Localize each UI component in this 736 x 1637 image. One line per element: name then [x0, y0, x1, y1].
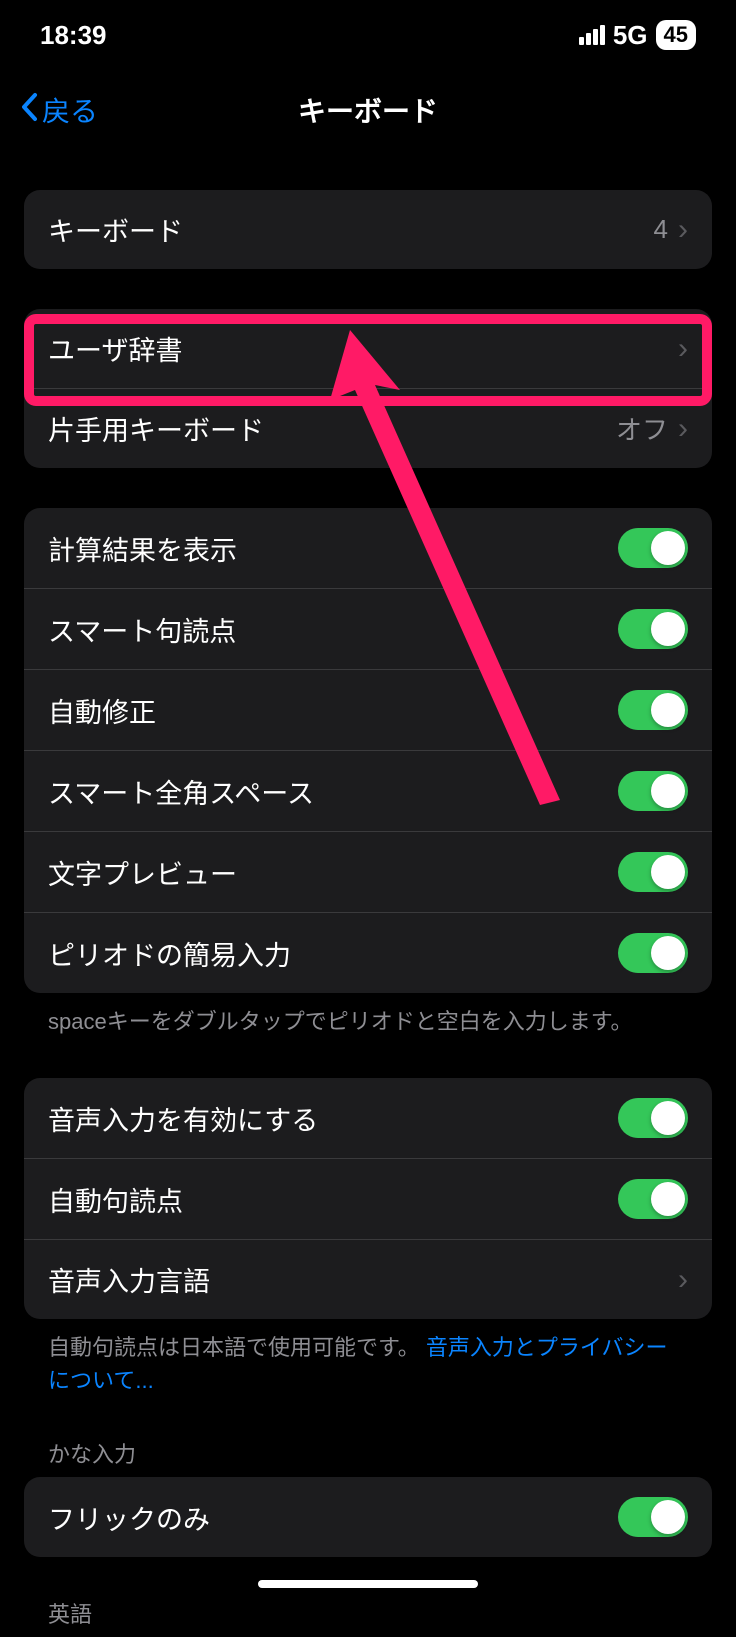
toggle-switch[interactable] [618, 852, 688, 892]
row-label: 音声入力言語 [48, 1260, 678, 1299]
settings-group-keyboards: キーボード 4 › [24, 190, 712, 269]
chevron-right-icon: › [678, 332, 688, 366]
section-header-kana: かな入力 [24, 1397, 712, 1477]
row-label: スマート句読点 [48, 610, 618, 649]
row-label: 文字プレビュー [48, 853, 618, 892]
row-flick-only[interactable]: フリックのみ [24, 1477, 712, 1557]
row-label: ピリオドの簡易入力 [48, 934, 618, 973]
network-label: 5G [613, 20, 648, 51]
settings-group-dictionary: ユーザ辞書 › 片手用キーボード オフ › [24, 309, 712, 468]
settings-group-typing: 計算結果を表示 スマート句読点 自動修正 スマート全角スペース 文字プレビュー … [24, 508, 712, 993]
row-label: 音声入力を有効にする [48, 1099, 618, 1138]
footer-text-pre: 自動句読点は日本語で使用可能です。 [48, 1335, 426, 1360]
row-value: 4 [654, 214, 668, 245]
section-header-english: 英語 [24, 1557, 712, 1637]
row-label: スマート全角スペース [48, 772, 618, 811]
row-label: フリックのみ [48, 1498, 618, 1537]
row-character-preview[interactable]: 文字プレビュー [24, 831, 712, 912]
toggle-switch[interactable] [618, 528, 688, 568]
chevron-right-icon: › [678, 412, 688, 446]
row-auto-correction[interactable]: 自動修正 [24, 669, 712, 750]
toggle-switch[interactable] [618, 933, 688, 973]
row-label: 自動修正 [48, 691, 618, 730]
row-one-handed-keyboard[interactable]: 片手用キーボード オフ › [24, 388, 712, 468]
nav-bar: 戻る キーボード [0, 70, 736, 150]
row-show-calc-results[interactable]: 計算結果を表示 [24, 508, 712, 588]
chevron-right-icon: › [678, 1263, 688, 1297]
row-enable-dictation[interactable]: 音声入力を有効にする [24, 1078, 712, 1158]
row-keyboards[interactable]: キーボード 4 › [24, 190, 712, 269]
group-footer: spaceキーをダブルタップでピリオドと空白を入力します。 [24, 993, 712, 1038]
status-time: 18:39 [40, 20, 107, 51]
toggle-switch[interactable] [618, 1098, 688, 1138]
row-value: オフ [616, 410, 668, 447]
home-indicator[interactable] [258, 1580, 478, 1588]
row-auto-punctuation[interactable]: 自動句読点 [24, 1158, 712, 1239]
row-label: 計算結果を表示 [48, 529, 618, 568]
chevron-right-icon: › [678, 213, 688, 247]
page-title: キーボード [298, 90, 438, 130]
row-label: キーボード [48, 210, 654, 249]
row-user-dictionary[interactable]: ユーザ辞書 › [24, 309, 712, 388]
settings-group-kana: フリックのみ [24, 1477, 712, 1557]
battery-icon: 45 [656, 20, 696, 50]
group-footer: 自動句読点は日本語で使用可能です。 音声入力とプライバシーについて... [24, 1319, 712, 1397]
row-label: 自動句読点 [48, 1180, 618, 1219]
toggle-switch[interactable] [618, 609, 688, 649]
back-button[interactable]: 戻る [20, 90, 98, 130]
toggle-switch[interactable] [618, 1497, 688, 1537]
settings-group-dictation: 音声入力を有効にする 自動句読点 音声入力言語 › [24, 1078, 712, 1319]
cellular-signal-icon [579, 25, 605, 45]
toggle-switch[interactable] [618, 690, 688, 730]
toggle-switch[interactable] [618, 1179, 688, 1219]
toggle-switch[interactable] [618, 771, 688, 811]
row-dictation-languages[interactable]: 音声入力言語 › [24, 1239, 712, 1319]
row-smart-punctuation[interactable]: スマート句読点 [24, 588, 712, 669]
status-right: 5G 45 [579, 20, 696, 51]
row-label: 片手用キーボード [48, 409, 616, 448]
status-bar: 18:39 5G 45 [0, 0, 736, 70]
row-label: ユーザ辞書 [48, 329, 678, 368]
chevron-left-icon [20, 92, 38, 129]
back-label: 戻る [42, 90, 98, 130]
row-period-shortcut[interactable]: ピリオドの簡易入力 [24, 912, 712, 993]
row-smart-fullwidth-space[interactable]: スマート全角スペース [24, 750, 712, 831]
